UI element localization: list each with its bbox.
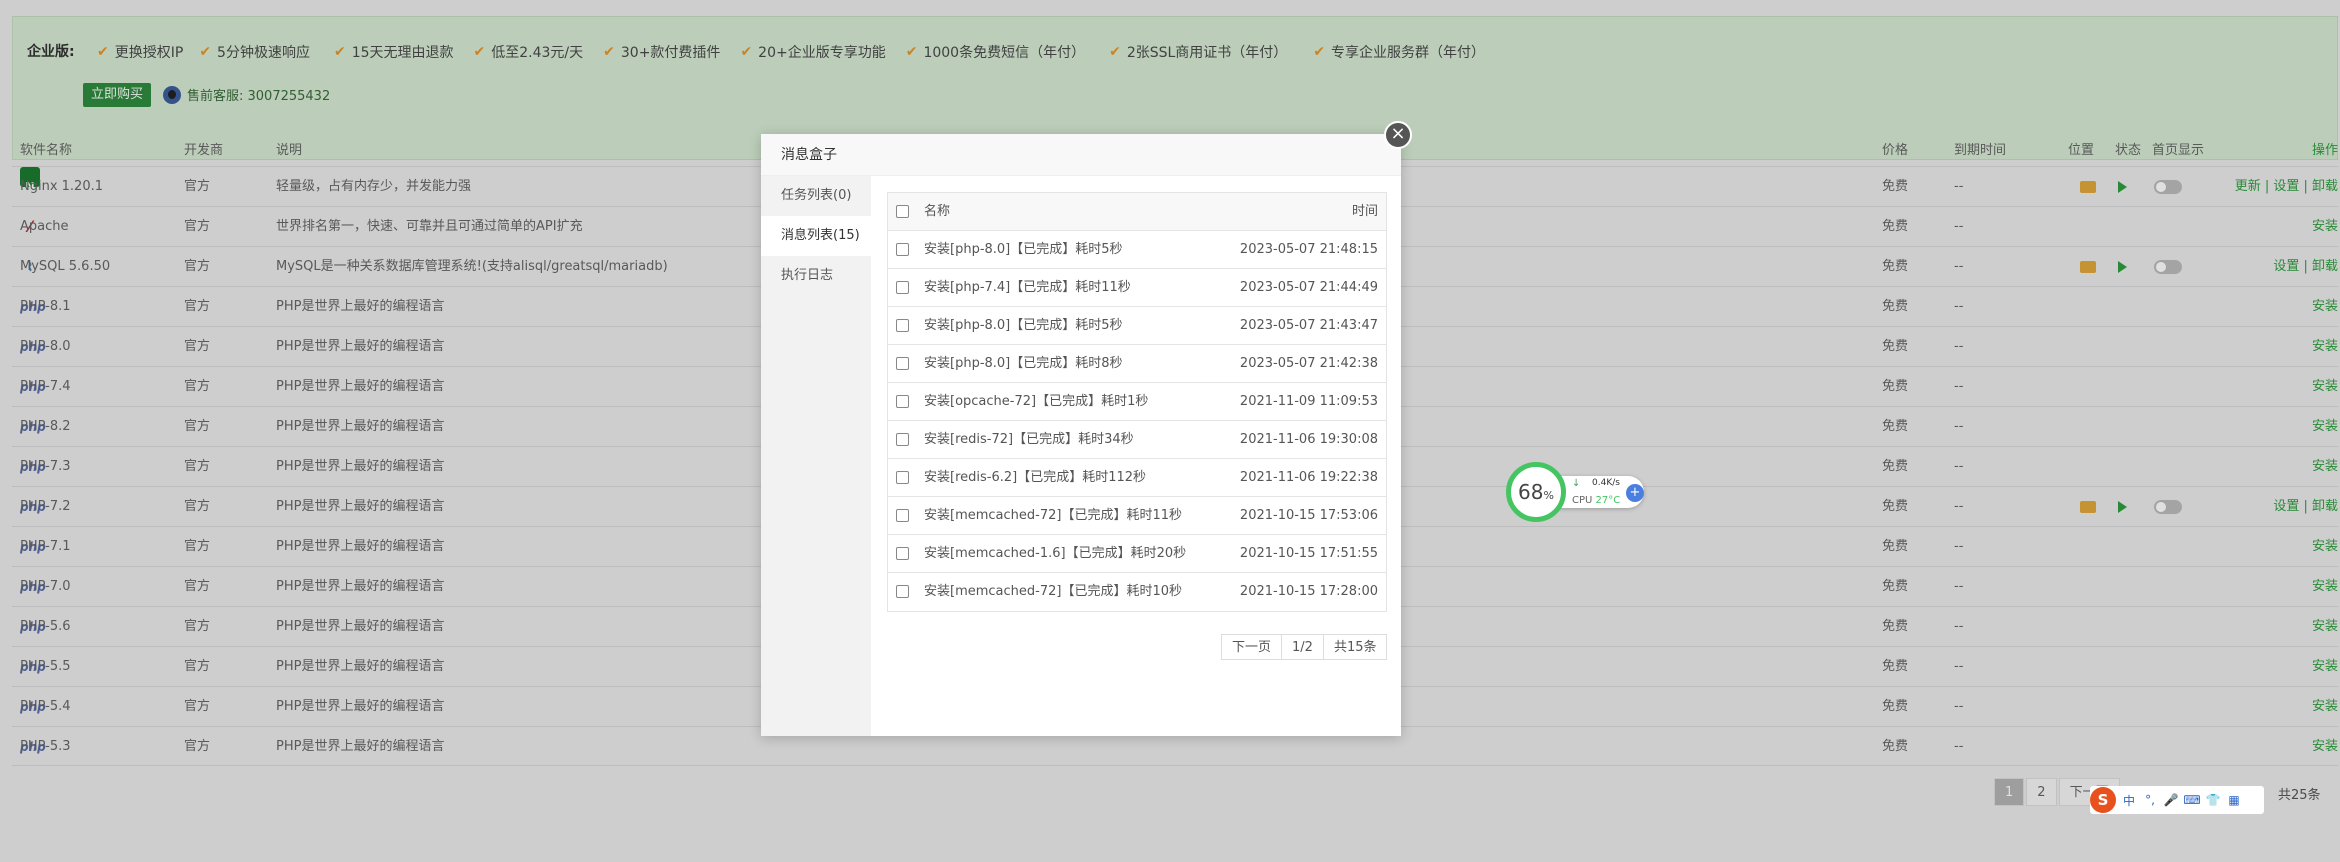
modal-page-indicator: 1/2 [1281, 634, 1324, 660]
message-row: 安装[redis-72]【已完成】耗时34秒 2021-11-06 19:30:0… [888, 421, 1386, 459]
message-time: 2023-05-07 21:44:49 [1239, 280, 1378, 295]
message-name: 安装[php-7.4]【已完成】耗时11秒 [924, 280, 1131, 295]
modal-title: 消息盒子 [761, 134, 1401, 176]
message-row: 安装[opcache-72]【已完成】耗时1秒 2021-11-09 11:09:… [888, 383, 1386, 421]
modal-tab[interactable]: 消息列表(15) [761, 216, 871, 256]
cpu-percent-ring: 68% [1506, 462, 1566, 522]
download-arrow-icon: ↓ [1572, 478, 1581, 489]
message-table-header: 名称 时间 [888, 193, 1386, 231]
message-time: 2021-10-15 17:51:55 [1239, 546, 1378, 561]
message-row: 安装[php-7.4]【已完成】耗时11秒 2023-05-07 21:44:49 [888, 269, 1386, 307]
cpu-percent: 68 [1518, 480, 1544, 504]
cpu-percent-unit: % [1543, 489, 1554, 502]
message-name: 安装[php-8.0]【已完成】耗时5秒 [924, 242, 1123, 257]
message-name: 安装[memcached-1.6]【已完成】耗时20秒 [924, 546, 1187, 561]
ime-item-icon[interactable]: °, [2141, 793, 2159, 807]
message-name: 安装[memcached-72]【已完成】耗时10秒 [924, 584, 1182, 599]
message-name: 安装[memcached-72]【已完成】耗时11秒 [924, 508, 1182, 523]
cpu-label: CPU [1572, 495, 1593, 506]
message-name: 安装[redis-72]【已完成】耗时34秒 [924, 432, 1134, 447]
cpu-widget[interactable]: 68% ↓ 0.4K/s CPU 27°C + [1504, 462, 1650, 522]
message-row: 安装[memcached-1.6]【已完成】耗时20秒 2021-10-15 17… [888, 535, 1386, 573]
sogou-logo-icon[interactable]: S [2090, 787, 2116, 813]
message-time: 2021-10-15 17:28:00 [1239, 584, 1378, 599]
message-box-modal: 消息盒子 × 任务列表(0) 消息列表(15) 执行日志 名称 时间 安装[php-… [761, 121, 1412, 736]
modal-total: 共15条 [1322, 634, 1388, 660]
message-row: 安装[php-8.0]【已完成】耗时8秒 2023-05-07 21:42:38 [888, 345, 1386, 383]
plus-icon[interactable]: + [1626, 484, 1644, 502]
select-all-checkbox[interactable] [896, 205, 909, 218]
message-checkbox[interactable] [896, 547, 909, 560]
message-checkbox[interactable] [896, 281, 909, 294]
message-checkbox[interactable] [896, 357, 909, 370]
message-row: 安装[memcached-72]【已完成】耗时11秒 2021-10-15 17:… [888, 497, 1386, 535]
message-name: 安装[redis-6.2]【已完成】耗时112秒 [924, 470, 1147, 485]
ime-item-icon[interactable]: 🎤 [2162, 793, 2180, 807]
message-name: 安装[php-8.0]【已完成】耗时8秒 [924, 356, 1123, 371]
ime-item-icon[interactable]: ⌨ [2183, 793, 2201, 807]
message-name: 安装[opcache-72]【已完成】耗时1秒 [924, 394, 1149, 409]
message-checkbox[interactable] [896, 509, 909, 522]
modal-tab[interactable]: 任务列表(0) [761, 176, 871, 216]
ime-item-icon[interactable]: 👕 [2204, 793, 2222, 807]
message-checkbox[interactable] [896, 433, 909, 446]
ime-item-icon[interactable]: 中 [2120, 792, 2138, 809]
net-speed: 0.4K/s [1592, 478, 1620, 488]
modal-next-page-button[interactable]: 下一页 [1221, 634, 1283, 660]
message-checkbox[interactable] [896, 585, 909, 598]
message-time: 2023-05-07 21:42:38 [1239, 356, 1378, 371]
message-checkbox[interactable] [896, 395, 909, 408]
message-checkbox[interactable] [896, 319, 909, 332]
message-checkbox[interactable] [896, 243, 909, 256]
message-col-time: 时间 [1351, 204, 1378, 219]
message-checkbox[interactable] [896, 471, 909, 484]
message-time: 2021-11-09 11:09:53 [1239, 394, 1378, 409]
message-time: 2023-05-07 21:48:15 [1239, 242, 1378, 257]
cpu-temp-value: 27°C [1595, 495, 1621, 506]
close-icon[interactable]: × [1384, 121, 1412, 149]
message-col-name: 名称 [924, 204, 951, 219]
message-row: 安装[php-8.0]【已完成】耗时5秒 2023-05-07 21:43:47 [888, 307, 1386, 345]
message-table: 名称 时间 安装[php-8.0]【已完成】耗时5秒 2023-05-07 21:… [887, 192, 1387, 612]
message-time: 2021-10-15 17:53:06 [1239, 508, 1378, 523]
cpu-temp: CPU 27°C [1572, 495, 1620, 506]
message-row: 安装[memcached-72]【已完成】耗时10秒 2021-10-15 17:… [888, 573, 1386, 611]
message-time: 2021-11-06 19:22:38 [1239, 470, 1378, 485]
message-time: 2023-05-07 21:43:47 [1239, 318, 1378, 333]
ime-item-icon[interactable]: ▦ [2225, 793, 2243, 807]
message-row: 安装[redis-6.2]【已完成】耗时112秒 2021-11-06 19:22… [888, 459, 1386, 497]
message-row: 安装[php-8.0]【已完成】耗时5秒 2023-05-07 21:48:15 [888, 231, 1386, 269]
modal-sidebar: 任务列表(0) 消息列表(15) 执行日志 [761, 176, 871, 736]
ime-toolbar: S 中 °, 🎤 ⌨ 👕 ▦ [2090, 786, 2264, 814]
message-time: 2021-11-06 19:30:08 [1239, 432, 1378, 447]
modal-tab[interactable]: 执行日志 [761, 256, 871, 296]
message-name: 安装[php-8.0]【已完成】耗时5秒 [924, 318, 1123, 333]
modal-pager: 下一页 1/2 共15条 [1221, 634, 1388, 660]
